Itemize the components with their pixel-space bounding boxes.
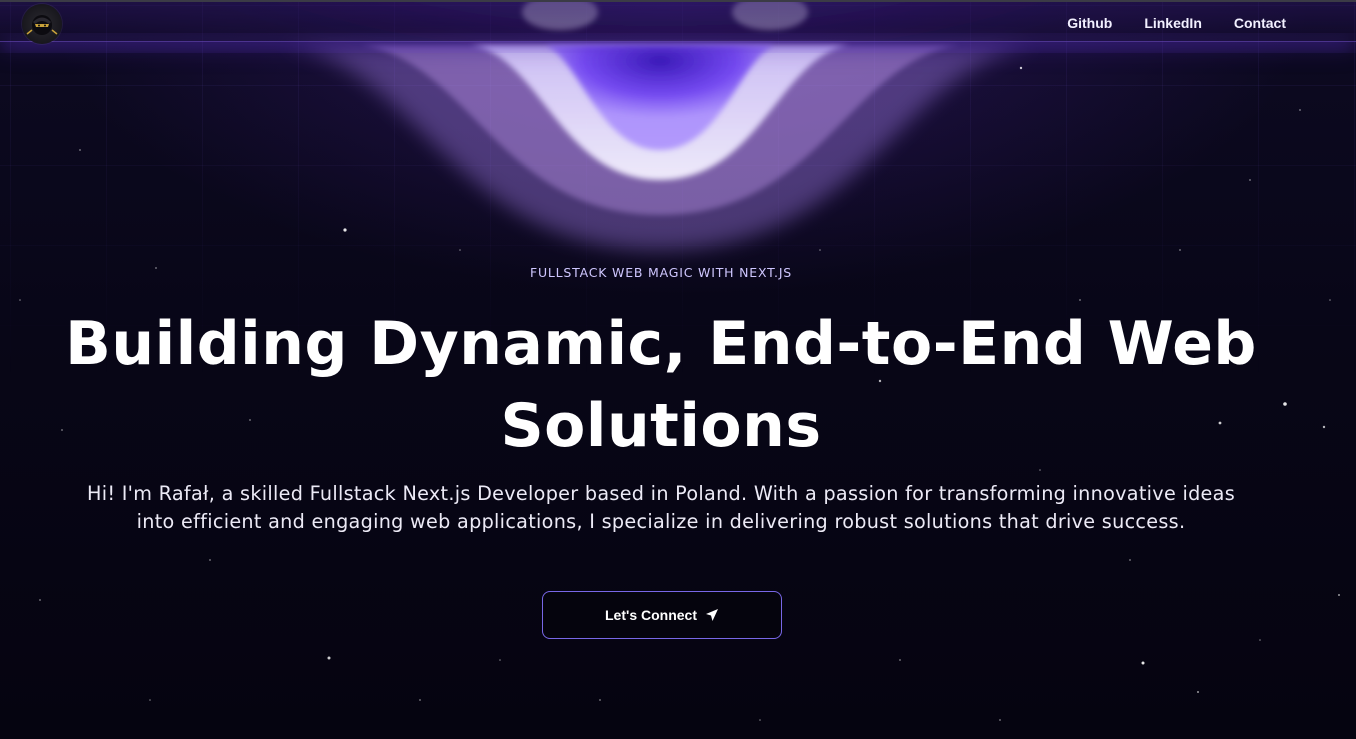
hero-headline-line2: Solutions: [500, 391, 822, 461]
send-arrow-icon: [705, 608, 719, 622]
hero-headline-line1: Building Dynamic, End-to-End Web: [65, 309, 1257, 379]
lets-connect-button[interactable]: Let's Connect: [542, 591, 782, 639]
portfolio-page: Github LinkedIn Contact FULLSTACK WEB MA…: [0, 0, 1356, 739]
top-navbar: Github LinkedIn Contact: [0, 0, 1356, 44]
nav-link-linkedin[interactable]: LinkedIn: [1144, 15, 1202, 31]
ninja-logo-icon: [26, 15, 58, 35]
nav-link-github[interactable]: Github: [1067, 15, 1112, 31]
hero-intro: Hi! I'm Rafał, a skilled Fullstack Next.…: [86, 482, 1236, 533]
nav-links: Github LinkedIn Contact: [1067, 2, 1286, 44]
nav-link-contact[interactable]: Contact: [1234, 15, 1286, 31]
hero-eyebrow: FULLSTACK WEB MAGIC WITH NEXT.JS: [529, 265, 793, 280]
hero-headline: Building Dynamic, End-to-End Web Solutio…: [60, 303, 1262, 467]
logo-avatar[interactable]: [22, 4, 62, 44]
lets-connect-label: Let's Connect: [604, 607, 697, 623]
